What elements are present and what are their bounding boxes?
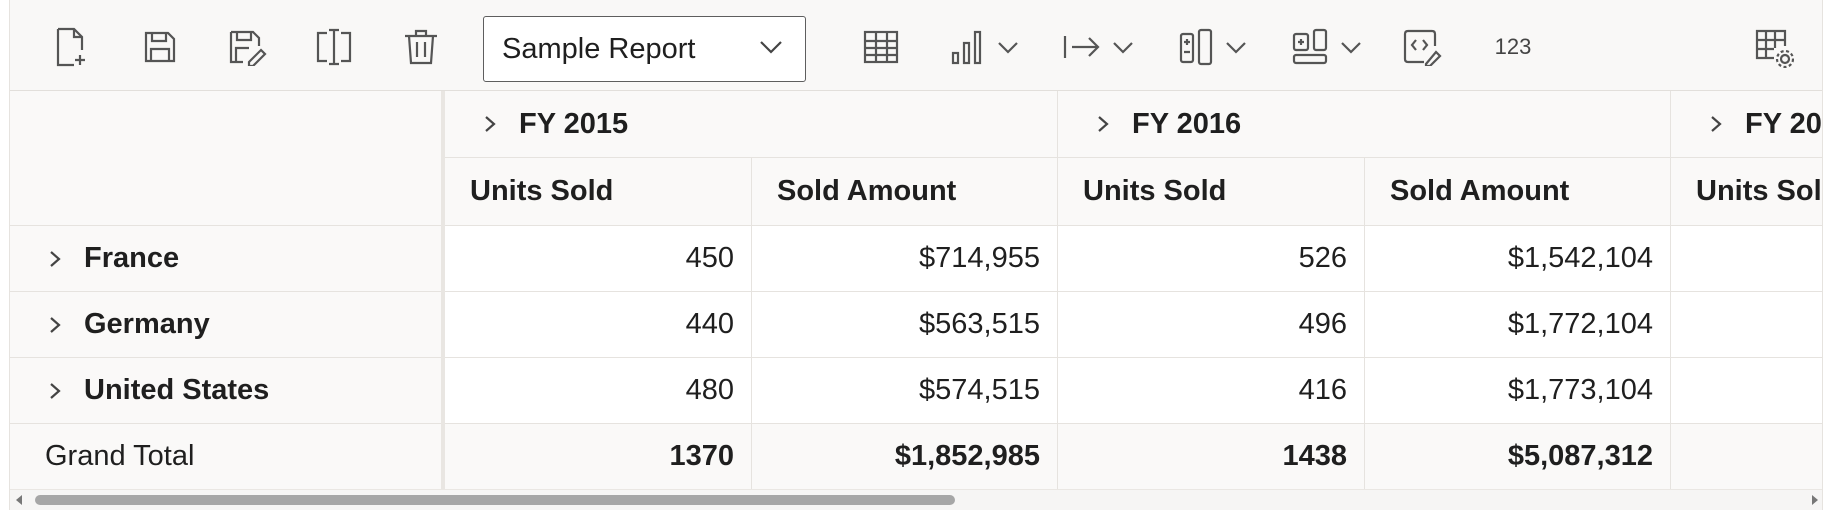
report-select[interactable]: Sample Report — [483, 16, 806, 82]
column-group-header[interactable]: FY 201 — [1671, 91, 1822, 158]
export-button[interactable] — [1058, 26, 1138, 68]
field-list-icon — [1755, 29, 1794, 68]
subtotal-button[interactable] — [1173, 26, 1253, 68]
subtotal-icon — [1179, 28, 1213, 66]
value-cell[interactable]: 526 — [1058, 226, 1365, 292]
column-group-label: FY 2015 — [519, 107, 629, 140]
grand-total-cell[interactable]: 1370 — [445, 424, 752, 490]
frozen-column-divider — [441, 91, 445, 489]
new-report-icon — [56, 27, 85, 67]
measure-header[interactable]: Sold Amount — [752, 158, 1058, 226]
new-report-button[interactable] — [51, 26, 93, 68]
rename-button[interactable] — [313, 26, 355, 68]
horizontal-scrollbar[interactable] — [10, 489, 1822, 510]
value-cell[interactable] — [1671, 292, 1822, 358]
chart-view-button[interactable] — [945, 26, 1025, 68]
value-cell[interactable] — [1671, 226, 1822, 292]
grand-total-cell[interactable]: $1,852,985 — [752, 424, 1058, 490]
chevron-right-icon[interactable] — [40, 315, 70, 335]
delete-icon — [405, 29, 437, 65]
pivot-grid: FY 2015 FY 2016 FY 201 Units Sold Sold A… — [10, 91, 1822, 490]
value-cell[interactable]: $1,542,104 — [1365, 226, 1671, 292]
measure-header-label: Sold Amount — [1390, 175, 1570, 207]
chevron-right-icon[interactable] — [40, 381, 70, 401]
rename-icon — [316, 28, 352, 66]
grid-icon — [863, 30, 899, 64]
value-cell[interactable]: $714,955 — [752, 226, 1058, 292]
number-format-icon: 123 — [1494, 34, 1532, 59]
value-cell[interactable]: $574,515 — [752, 358, 1058, 424]
column-group-label: FY 201 — [1745, 107, 1822, 140]
measure-header-label: Units Sold — [470, 175, 614, 207]
scrollbar-thumb[interactable] — [35, 495, 955, 505]
row-label: Germany — [84, 308, 210, 340]
chevron-right-icon[interactable] — [475, 114, 505, 134]
grand-total-button[interactable] — [1287, 26, 1367, 68]
value-cell[interactable]: 496 — [1058, 292, 1365, 358]
value-cell[interactable] — [1671, 358, 1822, 424]
grand-total-header[interactable]: Grand Total — [10, 424, 443, 490]
value-cell[interactable]: $563,515 — [752, 292, 1058, 358]
save-button[interactable] — [139, 26, 181, 68]
chevron-down-icon — [760, 41, 782, 54]
value-cell[interactable]: $1,772,104 — [1365, 292, 1671, 358]
grand-total-cell[interactable] — [1671, 424, 1822, 490]
corner-header — [10, 91, 443, 226]
row-header[interactable]: France — [10, 226, 443, 292]
measure-header-label: Units Sold — [1083, 175, 1227, 207]
save-as-button[interactable] — [226, 26, 268, 68]
grand-total-label: Grand Total — [45, 440, 195, 472]
column-group-header[interactable]: FY 2015 — [445, 91, 1058, 158]
value-cell[interactable]: 416 — [1058, 358, 1365, 424]
measure-header[interactable]: Units Sold — [1058, 158, 1365, 226]
export-icon — [1063, 36, 1100, 58]
chevron-right-icon[interactable] — [1088, 114, 1118, 134]
value-cell[interactable]: 440 — [445, 292, 752, 358]
number-format-button[interactable]: 123 — [1487, 26, 1539, 68]
measure-header-label: Units Sol — [1696, 175, 1822, 207]
measure-header[interactable]: Units Sold — [445, 158, 752, 226]
row-label: France — [84, 242, 180, 274]
value-cell[interactable]: 480 — [445, 358, 752, 424]
mdx-query-button[interactable] — [1401, 26, 1443, 68]
toolbar: Sample Report 123 — [10, 0, 1822, 91]
field-list-button[interactable] — [1752, 26, 1796, 70]
save-as-icon — [229, 30, 267, 66]
grand-total-icon — [1292, 28, 1328, 65]
grand-total-cell[interactable]: $5,087,312 — [1365, 424, 1671, 490]
column-group-header[interactable]: FY 2016 — [1058, 91, 1671, 158]
chevron-right-icon[interactable] — [40, 249, 70, 269]
scroll-left-icon[interactable] — [14, 494, 24, 506]
save-icon — [144, 31, 176, 63]
value-cell[interactable]: $1,773,104 — [1365, 358, 1671, 424]
chevron-down-icon — [1341, 42, 1361, 54]
chevron-down-icon — [998, 42, 1018, 54]
grid-view-button[interactable] — [860, 26, 902, 68]
row-header[interactable]: United States — [10, 358, 443, 424]
measure-header[interactable]: Sold Amount — [1365, 158, 1671, 226]
measure-header-label: Sold Amount — [777, 175, 957, 207]
report-select-value: Sample Report — [502, 32, 696, 65]
pivot-view: Sample Report 123 FY 2015 FY 2016 FY 20 … — [9, 0, 1823, 510]
chevron-down-icon — [1113, 42, 1133, 54]
chart-icon — [951, 30, 982, 65]
value-cell[interactable]: 450 — [445, 226, 752, 292]
chevron-right-icon[interactable] — [1701, 114, 1731, 134]
grand-total-cell[interactable]: 1438 — [1058, 424, 1365, 490]
mdx-icon — [1403, 29, 1442, 66]
measure-header[interactable]: Units Sol — [1671, 158, 1822, 226]
row-label: United States — [84, 374, 270, 406]
chevron-down-icon — [1226, 42, 1246, 54]
row-header[interactable]: Germany — [10, 292, 443, 358]
scroll-right-icon[interactable] — [1810, 494, 1820, 506]
delete-button[interactable] — [400, 26, 442, 68]
column-group-label: FY 2016 — [1132, 107, 1242, 140]
